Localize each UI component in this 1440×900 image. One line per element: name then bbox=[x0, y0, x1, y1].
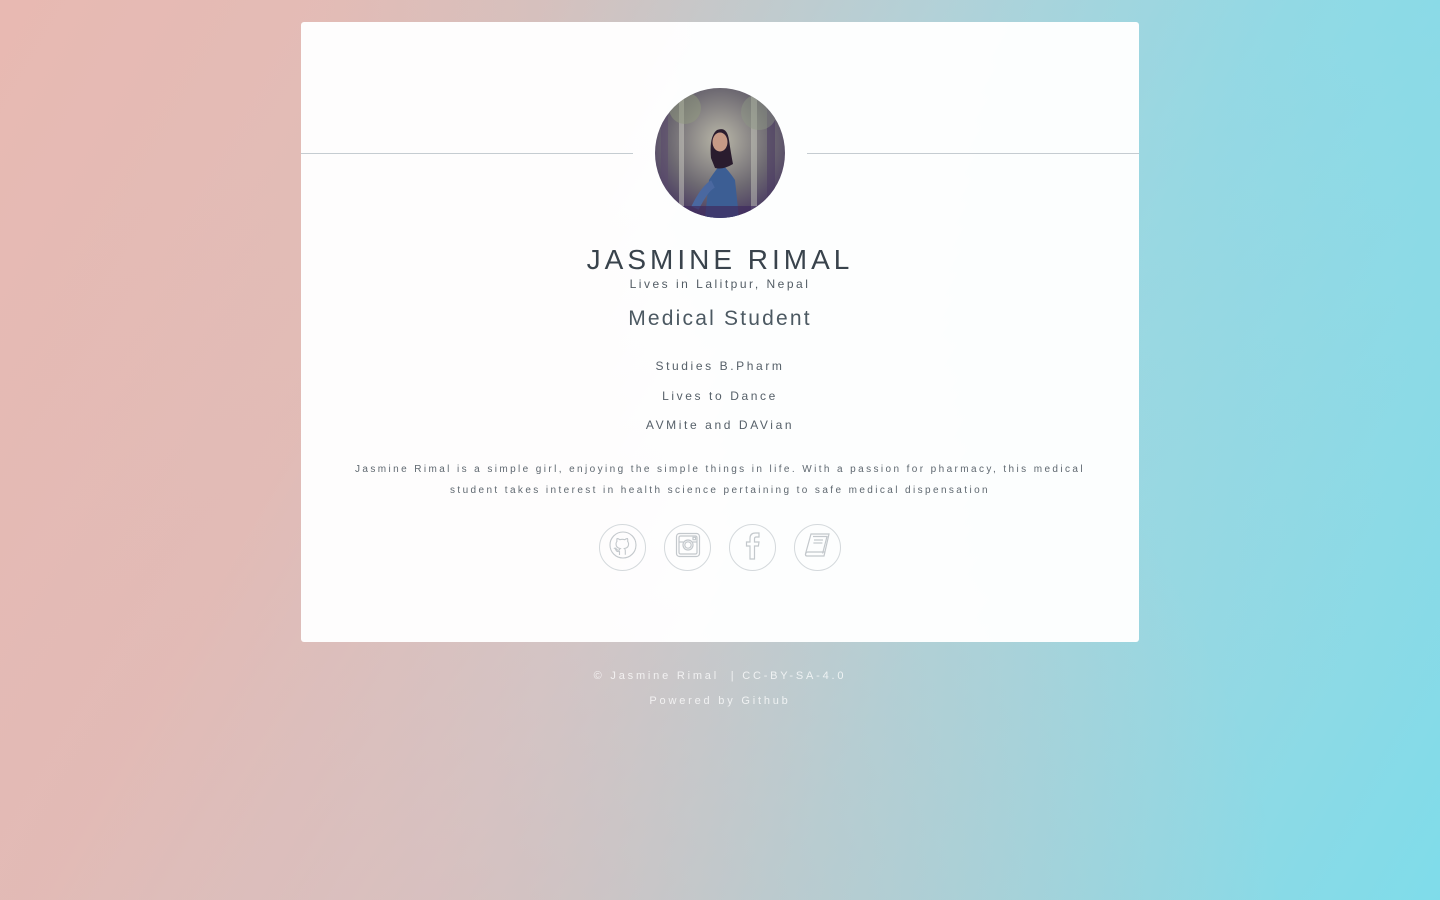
footer-copyright-line: © Jasmine Rimal | CC-BY-SA-4.0 bbox=[0, 670, 1440, 682]
page-footer: © Jasmine Rimal | CC-BY-SA-4.0 Powered b… bbox=[0, 670, 1440, 707]
license-text: CC-BY-SA-4.0 bbox=[742, 670, 847, 682]
facts-list: Studies B.Pharm Lives to Dance AVMite an… bbox=[301, 358, 1139, 447]
book-icon bbox=[803, 531, 833, 564]
profile-role: Medical Student bbox=[628, 307, 812, 330]
instagram-icon bbox=[674, 531, 702, 564]
profile-bio: Jasmine Rimal is a simple girl, enjoying… bbox=[355, 464, 1085, 496]
fact-item: AVMite and DAVian bbox=[645, 418, 795, 432]
profile-location: Lives in Lalitpur, Nepal bbox=[629, 277, 811, 291]
avatar bbox=[655, 88, 785, 218]
facebook-icon bbox=[740, 530, 766, 565]
blog-link[interactable] bbox=[794, 524, 841, 571]
fact-item: Studies B.Pharm bbox=[655, 359, 785, 373]
github-footer-link[interactable]: Github bbox=[741, 695, 790, 707]
github-link[interactable] bbox=[599, 524, 646, 571]
copyright-text: © Jasmine Rimal bbox=[593, 670, 719, 682]
profile-card: JASMINE RIMAL Lives in Lalitpur, Nepal M… bbox=[301, 22, 1139, 642]
footer-separator: | bbox=[730, 670, 737, 682]
profile-name: JASMINE RIMAL bbox=[586, 244, 854, 275]
footer-powered-line: Powered by Github bbox=[0, 695, 1440, 707]
powered-by-text: Powered by bbox=[649, 695, 736, 707]
social-links bbox=[599, 524, 841, 572]
github-icon bbox=[608, 530, 638, 565]
instagram-link[interactable] bbox=[664, 524, 711, 571]
divider-left bbox=[301, 153, 633, 154]
facebook-link[interactable] bbox=[729, 524, 776, 571]
fact-item: Lives to Dance bbox=[662, 388, 778, 403]
divider-right bbox=[807, 153, 1139, 154]
